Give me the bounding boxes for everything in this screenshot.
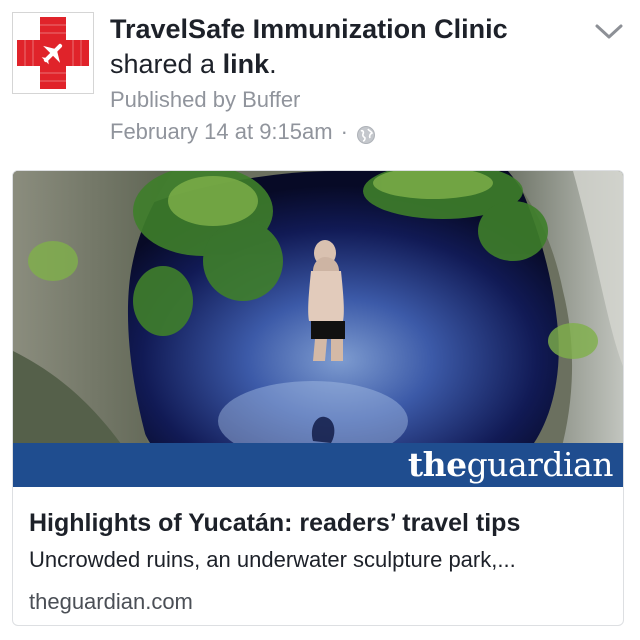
red-cross-airplane-logo [13,13,93,93]
action-link-word[interactable]: link [223,49,270,79]
link-description: Uncrowded ruins, an underwater sculpture… [29,547,516,572]
post-timestamp[interactable]: February 14 at 9:15am [110,116,333,148]
chevron-down-icon[interactable] [592,20,626,44]
facebook-post: TravelSafe Immunization Clinic shared a … [0,0,640,640]
post-action-line: shared a link. [110,46,580,82]
link-title[interactable]: Highlights of Yucatán: readers’ travel t… [29,507,607,539]
published-by: Published by Buffer [110,87,301,112]
action-suffix: . [269,49,277,79]
logo-part-guardian: guardian [466,445,614,484]
logo-part-the: the [407,445,467,484]
guardian-logo: theguardian [407,445,614,485]
page-avatar[interactable] [12,12,94,94]
source-brand-bar: theguardian [13,443,623,487]
page-name-link[interactable]: TravelSafe Immunization Clinic [110,12,580,46]
cenote-photo [13,171,623,487]
meta-separator: · [340,119,348,144]
post-header: TravelSafe Immunization Clinic shared a … [110,12,580,148]
link-preview-image[interactable]: theguardian [13,171,623,487]
link-preview-card[interactable]: theguardian Highlights of Yucatán: reade… [12,170,624,626]
post-meta: February 14 at 9:15am · [110,116,580,148]
action-prefix: shared a [110,49,223,79]
link-preview-text[interactable]: Highlights of Yucatán: readers’ travel t… [13,487,623,617]
globe-icon[interactable] [356,122,376,144]
link-domain: theguardian.com [29,589,193,614]
